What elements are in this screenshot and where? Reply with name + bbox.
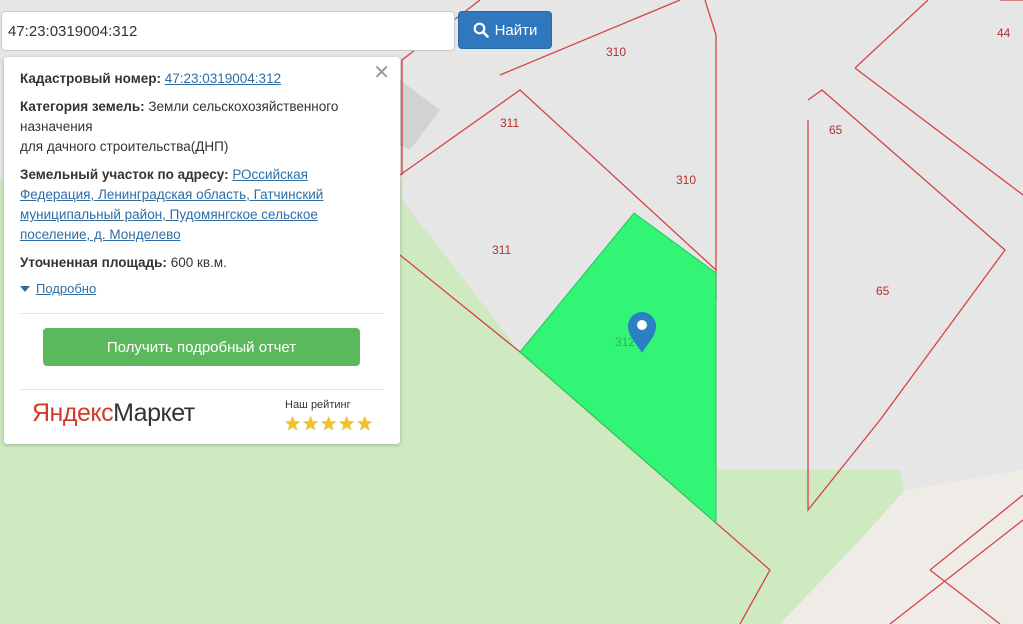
yandex-market-logo[interactable]: ЯндексМаркет (32, 399, 195, 428)
plot-label-311-mid: 311 (492, 243, 511, 257)
plot-label-310-mid: 310 (676, 173, 696, 187)
search-icon (473, 22, 489, 38)
star-icon: ★ (284, 414, 302, 435)
plot-label-44: 44 (997, 26, 1011, 40)
address-label: Земельный участок по адресу: (20, 167, 229, 182)
area-value: 600 кв.м. (170, 255, 227, 270)
category-value-line3: для дачного строительства(ДНП) (20, 139, 229, 154)
address-row: Земельный участок по адресу: РОссийская … (20, 165, 384, 245)
category-value-line1: Земли сельскохозяйственного (148, 99, 339, 114)
info-panel: ✕ Кадастровый номер: 47:23:0319004:312 К… (4, 57, 400, 444)
star-icon: ★ (338, 414, 356, 435)
category-label: Категория земель: (20, 99, 145, 114)
search-button-label: Найти (494, 21, 538, 39)
star-icon: ★ (356, 414, 374, 435)
cadastral-row: Кадастровый номер: 47:23:0319004:312 (20, 69, 384, 89)
plot-label-311-top: 311 (500, 116, 519, 130)
search-button[interactable]: Найти (458, 11, 552, 49)
plot-label-65-top: 65 (829, 123, 843, 137)
report-button[interactable]: Получить подробный отчет (43, 328, 360, 366)
area-row: Уточненная площадь: 600 кв.м. (20, 253, 384, 273)
rating-stars[interactable]: ★ ★ ★ ★ ★ (284, 415, 373, 435)
logo-part1: Яндекс (32, 399, 114, 427)
category-value-line2: назначения (20, 119, 93, 134)
details-toggle[interactable]: Подробно (20, 281, 384, 296)
cadastral-link[interactable]: 47:23:0319004:312 (165, 71, 281, 86)
area-label: Уточненная площадь: (20, 255, 167, 270)
category-row: Категория земель: Земли сельскохозяйстве… (20, 97, 384, 157)
search-input[interactable] (1, 11, 455, 51)
chevron-down-icon (20, 285, 30, 292)
divider (20, 313, 384, 314)
rating-label: Наш рейтинг (285, 399, 351, 411)
close-icon[interactable]: ✕ (373, 63, 390, 83)
divider (20, 389, 384, 390)
cadastral-label: Кадастровый номер: (20, 71, 161, 86)
star-icon: ★ (320, 414, 338, 435)
details-link[interactable]: Подробно (36, 281, 96, 296)
logo-part2: Маркет (113, 399, 195, 427)
plot-label-65-mid: 65 (876, 284, 890, 298)
star-icon: ★ (302, 414, 320, 435)
plot-label-310-top: 310 (606, 45, 626, 59)
